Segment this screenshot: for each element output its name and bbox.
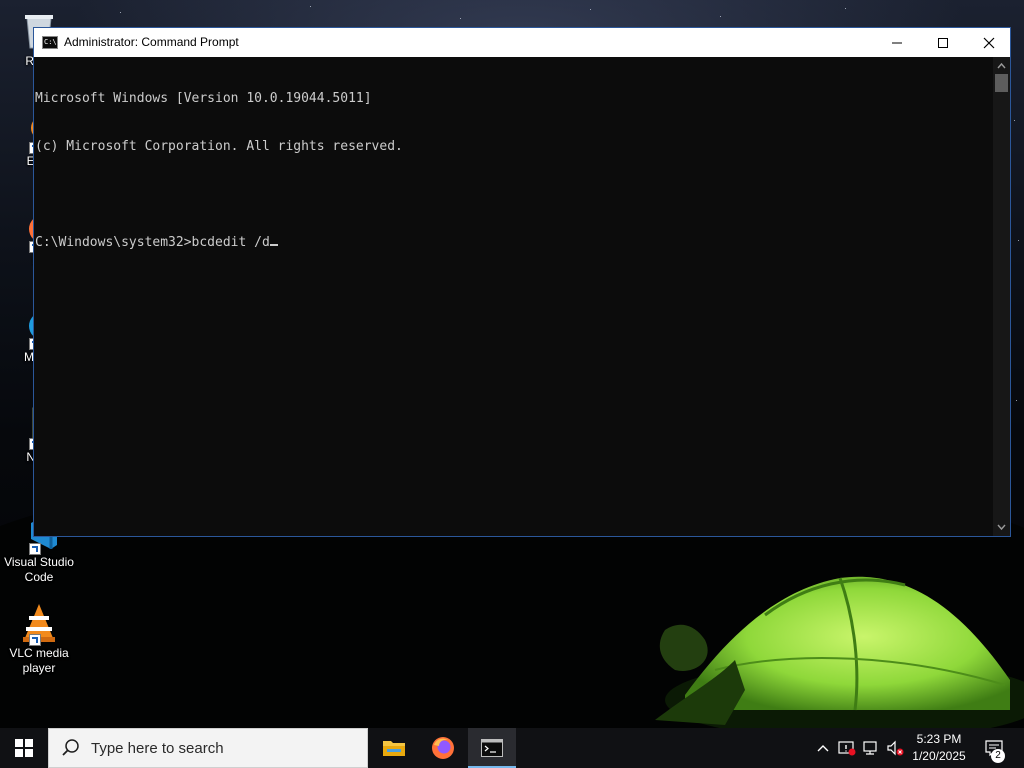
volume-button[interactable] — [884, 728, 906, 768]
window-title: Administrator: Command Prompt — [64, 35, 239, 49]
windows-logo-icon — [15, 739, 33, 757]
minimize-icon — [892, 42, 902, 43]
desktop-icon-vlc[interactable]: VLC media player — [2, 600, 76, 676]
text-cursor — [269, 244, 278, 246]
desktop-icon-label: Visual Studio Code — [4, 555, 74, 584]
network-button[interactable] — [860, 728, 882, 768]
taskbar-file-explorer[interactable] — [370, 728, 418, 768]
command-line[interactable]: C:\Windows\system32>bcdedit /d — [35, 235, 994, 251]
start-button[interactable] — [0, 728, 48, 768]
search-input[interactable] — [89, 738, 353, 758]
vlc-icon — [17, 600, 61, 646]
desktop-icon-label: VLC media player — [9, 646, 69, 675]
command-input-text[interactable]: C:\Windows\system32>bcdedit /d — [35, 235, 270, 250]
show-hidden-icons-button[interactable] — [812, 728, 834, 768]
file-explorer-icon — [383, 741, 405, 756]
taskbar: 5:23 PM 1/20/2025 2 — [0, 728, 1024, 768]
notification-count-badge: 2 — [991, 749, 1005, 763]
command-prompt-window[interactable]: C:\ Administrator: Command Prompt Micros… — [33, 27, 1011, 537]
clock-time: 5:23 PM — [916, 732, 962, 746]
shortcut-arrow-icon — [29, 634, 41, 646]
firefox-icon — [432, 737, 454, 759]
minimize-button[interactable] — [874, 28, 920, 57]
scroll-down-button[interactable] — [993, 520, 1010, 534]
maximize-icon — [938, 37, 948, 48]
close-icon — [983, 37, 995, 48]
security-status-button[interactable] — [836, 728, 858, 768]
chevron-up-icon — [817, 745, 829, 752]
terminal-output[interactable]: Microsoft Windows [Version 10.0.19044.50… — [34, 57, 994, 536]
shortcut-arrow-icon — [29, 543, 41, 555]
scrollbar-thumb[interactable] — [995, 74, 1008, 92]
maximize-button[interactable] — [920, 28, 966, 57]
chevron-down-icon — [997, 524, 1006, 531]
scroll-up-button[interactable] — [993, 59, 1010, 73]
taskbar-clock[interactable]: 5:23 PM 1/20/2025 — [906, 731, 972, 765]
tent-illustration — [655, 576, 1024, 728]
taskbar-firefox[interactable] — [419, 728, 467, 768]
terminal-line: Microsoft Windows [Version 10.0.19044.50… — [35, 91, 372, 106]
chevron-up-icon — [997, 62, 1006, 69]
taskbar-command-prompt[interactable] — [468, 728, 516, 768]
window-titlebar[interactable]: C:\ Administrator: Command Prompt — [34, 28, 1010, 57]
vertical-scrollbar[interactable] — [993, 57, 1010, 536]
command-prompt-icon — [481, 739, 503, 757]
search-icon — [62, 739, 79, 756]
clock-date: 1/20/2025 — [912, 749, 966, 763]
command-prompt-icon[interactable]: C:\ — [42, 36, 58, 49]
taskbar-search-box[interactable] — [48, 728, 368, 768]
security-warning-icon — [838, 741, 856, 756]
close-button[interactable] — [966, 28, 1012, 57]
terminal-line: (c) Microsoft Corporation. All rights re… — [35, 139, 403, 154]
volume-muted-icon — [887, 740, 904, 756]
network-icon — [863, 741, 877, 755]
